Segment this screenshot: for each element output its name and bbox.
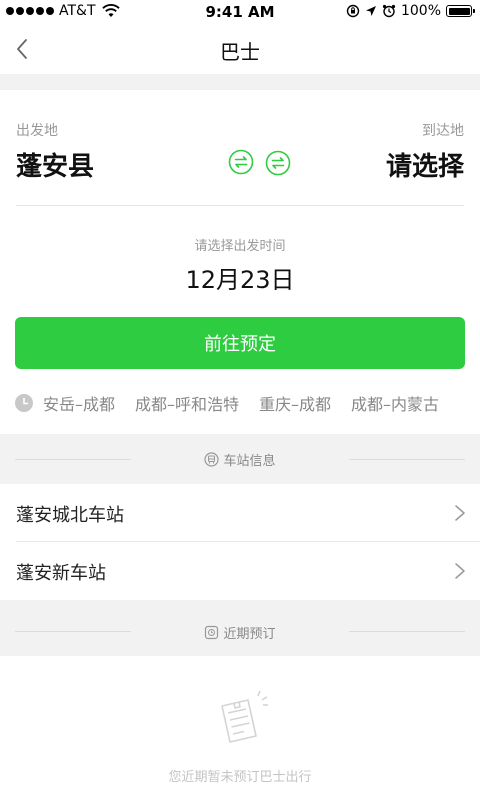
nav-bar: 巴士 <box>0 24 480 74</box>
bus-station-icon <box>204 452 220 467</box>
recent-header-title: 近期预订 <box>0 623 480 642</box>
history-item[interactable]: 成都–呼和浩特 <box>135 391 239 415</box>
from-city[interactable]: 蓬安县 <box>16 146 94 183</box>
swap-icon[interactable] <box>228 149 254 175</box>
ticket-icon <box>205 625 219 640</box>
clock-icon <box>15 394 33 412</box>
station-row[interactable]: 蓬安城北车站 <box>0 484 480 542</box>
history-item[interactable]: 重庆–成都 <box>259 391 331 415</box>
date-picker[interactable]: 12月23日 <box>0 260 480 295</box>
empty-order-icon <box>221 690 268 743</box>
date-label: 请选择出发时间 <box>194 239 286 254</box>
top-separator <box>0 74 480 90</box>
from-label: 出发地 <box>16 123 58 139</box>
chevron-right-icon <box>455 563 465 579</box>
status-right: 100% <box>346 3 475 19</box>
station-section-header: 车站信息 <box>0 434 480 484</box>
book-button[interactable]: 前往预定 <box>15 317 465 369</box>
chevron-right-icon <box>455 505 465 521</box>
history-item[interactable]: 安岳–成都 <box>43 391 115 415</box>
to-label: 到达地 <box>422 123 464 139</box>
station-header-title: 车站信息 <box>0 450 480 469</box>
station-name: 蓬安城北车站 <box>16 505 124 526</box>
page-title: 巴士 <box>220 40 260 64</box>
battery-icon <box>446 5 475 17</box>
rotation-lock-icon <box>346 4 360 18</box>
station-row[interactable]: 蓬安新车站 <box>0 542 480 600</box>
route-divider <box>16 205 464 206</box>
empty-state-text: 您近期暂未预订巴士出行 <box>168 770 312 785</box>
to-city[interactable]: 请选择 <box>386 146 464 183</box>
history-item[interactable]: 成都–内蒙古 <box>351 391 439 415</box>
location-icon <box>365 6 376 16</box>
search-history: 安岳–成都 成都–呼和浩特 重庆–成都 成都–内蒙古 <box>15 390 459 416</box>
alarm-icon <box>382 4 396 18</box>
recent-section-header: 近期预订 <box>0 600 480 656</box>
station-section-title: 车站信息 <box>223 454 276 469</box>
swap-icon[interactable] <box>265 150 291 176</box>
battery-percent: 100% <box>400 3 441 19</box>
station-name: 蓬安新车站 <box>16 563 106 584</box>
status-bar: AT&T 9:41 AM 100% <box>0 0 480 24</box>
recent-section-title: 近期预订 <box>223 627 276 642</box>
